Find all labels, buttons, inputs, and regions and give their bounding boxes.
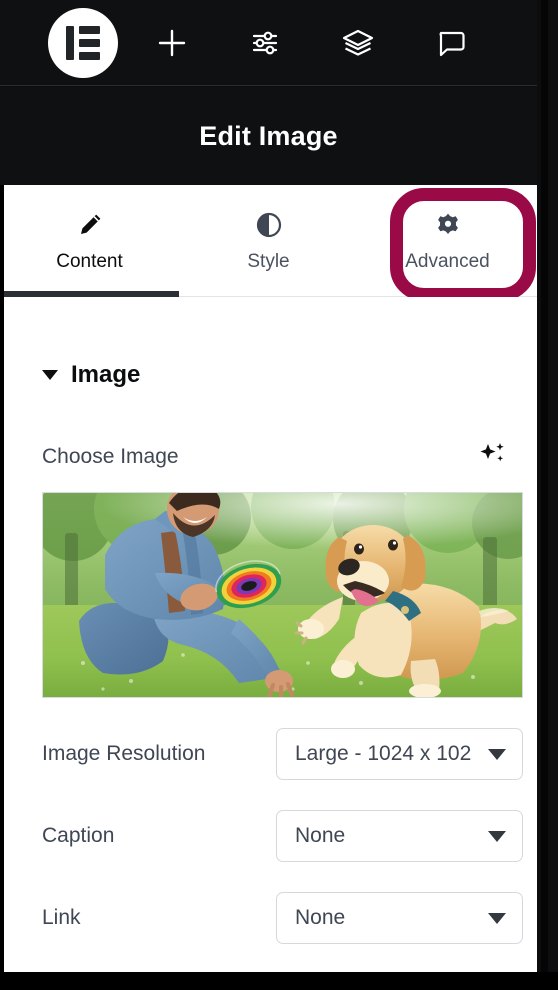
elementor-logo-icon	[66, 25, 100, 60]
choose-image-label: Choose Image	[42, 444, 179, 468]
section-image-title: Image	[71, 361, 141, 388]
section-image-header[interactable]: Image	[0, 297, 537, 389]
caption-select[interactable]: None	[276, 810, 523, 862]
structure-button[interactable]	[328, 13, 388, 73]
field-image-resolution: Image Resolution Large - 1024 x 102	[0, 728, 537, 780]
scrollbar-track[interactable]	[541, 0, 548, 990]
pencil-icon	[77, 212, 103, 238]
plus-icon	[157, 28, 187, 58]
notes-button[interactable]	[421, 13, 481, 73]
field-link: Link None	[0, 892, 537, 944]
site-settings-button[interactable]	[235, 13, 295, 73]
add-element-button[interactable]	[142, 13, 202, 73]
elementor-editor-panel: Edit Image Content Style Advanced Image …	[0, 0, 558, 990]
tab-advanced-label: Advanced	[405, 251, 490, 272]
panel-tabs: Content Style Advanced	[0, 185, 537, 297]
top-toolbar	[0, 0, 537, 86]
panel-bottom-bar	[0, 972, 558, 990]
link-select[interactable]: None	[276, 892, 523, 944]
contrast-icon	[256, 212, 282, 238]
image-resolution-select[interactable]: Large - 1024 x 102	[276, 728, 523, 780]
tab-style[interactable]: Style	[179, 185, 358, 296]
link-label: Link	[42, 906, 81, 929]
image-thumbnail-graphic	[43, 493, 522, 697]
image-thumbnail[interactable]	[42, 492, 523, 698]
chevron-down-icon	[488, 748, 506, 760]
caret-down-icon	[42, 370, 58, 380]
choose-image-row: Choose Image	[0, 389, 537, 474]
comment-icon	[436, 28, 466, 58]
field-caption: Caption None	[0, 810, 537, 862]
chevron-down-icon	[488, 830, 506, 842]
sliders-icon	[250, 28, 280, 58]
panel-scrollbar[interactable]	[537, 0, 558, 990]
caption-label: Caption	[42, 824, 115, 847]
tab-content-label: Content	[56, 251, 123, 272]
chevron-down-icon	[488, 912, 506, 924]
page-title: Edit Image	[199, 120, 338, 151]
layers-icon	[342, 28, 374, 58]
sparkle-ai-icon[interactable]	[477, 439, 507, 474]
gear-icon	[435, 212, 461, 238]
panel-left-edge	[0, 185, 4, 972]
caption-value: None	[295, 824, 346, 847]
image-resolution-value: Large - 1024 x 102	[295, 742, 472, 765]
image-resolution-label: Image Resolution	[42, 742, 206, 765]
tab-content[interactable]: Content	[0, 185, 179, 297]
tab-style-label: Style	[247, 251, 290, 272]
panel-header: Edit Image	[0, 87, 537, 185]
link-value: None	[295, 906, 346, 929]
tab-advanced[interactable]: Advanced	[358, 185, 537, 296]
elementor-logo-button[interactable]	[48, 7, 118, 78]
panel-body: Image Choose Image Image Resolution Larg…	[0, 297, 537, 972]
